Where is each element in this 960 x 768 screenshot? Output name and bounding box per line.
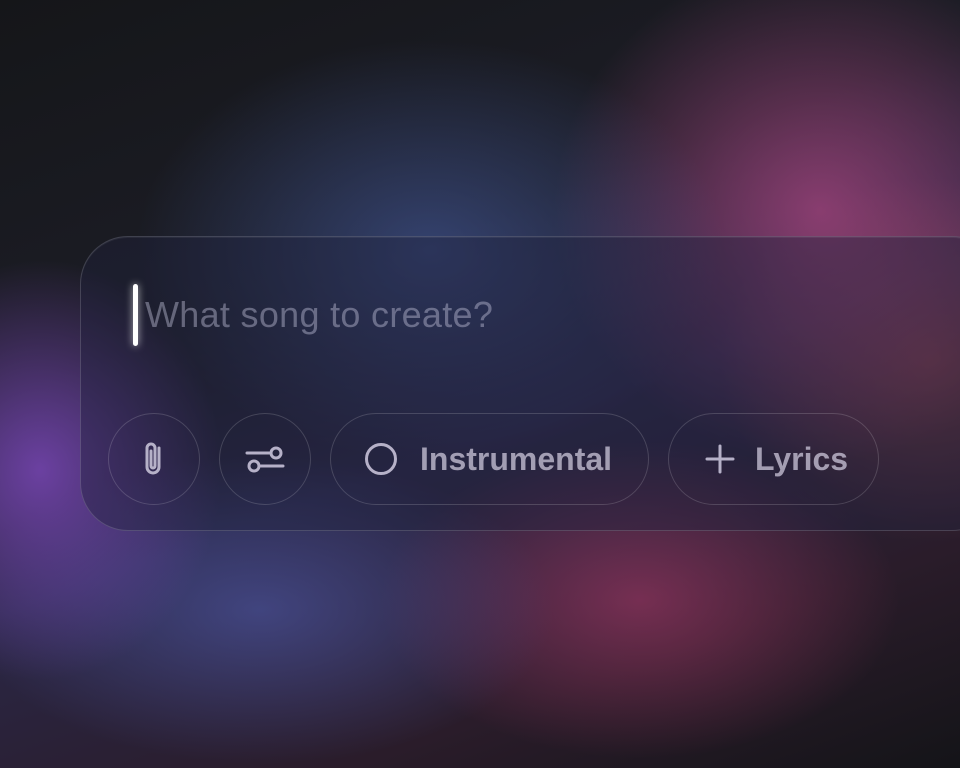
- sliders-icon: [244, 444, 286, 474]
- attach-button[interactable]: [108, 413, 200, 505]
- prompt-toolbar: Instrumental Lyrics: [108, 413, 879, 505]
- instrumental-toggle[interactable]: Instrumental: [330, 413, 649, 505]
- text-caret: [133, 284, 138, 346]
- prompt-placeholder: What song to create?: [145, 294, 494, 335]
- instrumental-label: Instrumental: [420, 440, 613, 477]
- plus-icon: [705, 444, 735, 474]
- background-gradient: What song to create? Instrumental Lyrics: [0, 0, 960, 768]
- paperclip-icon: [137, 439, 171, 479]
- song-prompt-input[interactable]: What song to create?: [133, 284, 953, 346]
- add-lyrics-button[interactable]: Lyrics: [668, 413, 879, 505]
- settings-button[interactable]: [219, 413, 311, 505]
- toggle-circle-icon: [364, 442, 398, 476]
- lyrics-label: Lyrics: [755, 440, 849, 477]
- song-prompt-card: What song to create? Instrumental Lyrics: [80, 236, 960, 531]
